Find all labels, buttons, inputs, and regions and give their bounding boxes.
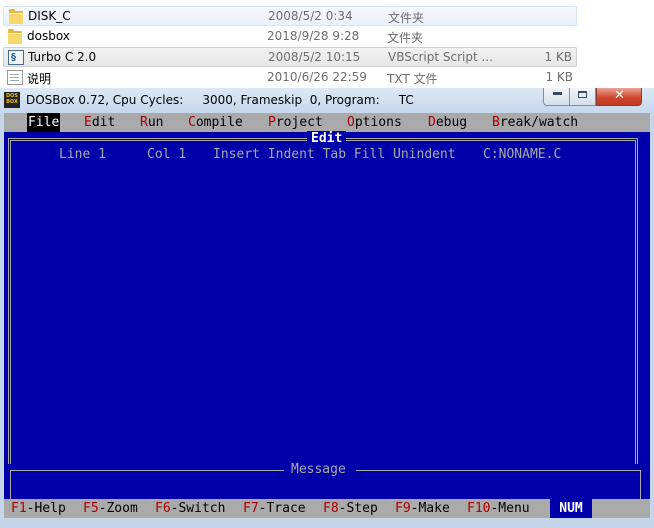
fkey-help[interactable]: F1-Help: [11, 501, 66, 516]
file-name: Turbo C 2.0: [28, 50, 97, 64]
file-name: DISK_C: [28, 9, 71, 23]
file-date: 2018/9/28 9:28: [267, 29, 360, 43]
fkey-zoom[interactable]: F5-Zoom: [83, 501, 138, 516]
file-date: 2008/5/2 0:34: [268, 9, 353, 23]
file-size: 1 KB: [545, 70, 573, 84]
window-title: DOSBox 0.72, Cpu Cycles: 3000, Frameskip…: [26, 93, 414, 107]
maximize-icon: [578, 91, 587, 98]
text-file-icon: [7, 70, 23, 85]
fkey-make[interactable]: F9-Make: [395, 501, 450, 516]
status-edit-modes: Insert Indent Tab Fill Unindent: [213, 147, 456, 162]
vbscript-file-icon: §: [8, 50, 24, 65]
message-frame-left: [10, 470, 284, 471]
folder-icon: [7, 29, 23, 44]
menu-break-watch[interactable]: Break/watch: [492, 115, 578, 130]
fkey-step[interactable]: F8-Step: [323, 501, 378, 516]
minimize-button[interactable]: [543, 88, 570, 106]
turbo-c-menubar: File Edit Run Compile Project Options De…: [4, 113, 650, 132]
message-window-title: Message: [291, 462, 346, 477]
folder-icon: [8, 9, 24, 24]
status-file-name: C:NONAME.C: [483, 147, 562, 162]
close-icon: ✕: [614, 88, 625, 103]
minimize-icon: [553, 92, 562, 95]
file-row-turbo-c[interactable]: § Turbo C 2.0 2008/5/2 10:15 VBScript Sc…: [3, 47, 577, 67]
file-type: TXT 文件: [387, 72, 438, 86]
status-line-number: Line 1: [59, 147, 106, 162]
message-frame-right: [356, 470, 640, 471]
file-list: DISK_C 2008/5/2 0:34 文件夹 dosbox 2018/9/2…: [0, 0, 654, 90]
close-button[interactable]: ✕: [596, 88, 642, 106]
dosbox-titlebar[interactable]: DOS BOX DOSBox 0.72, Cpu Cycles: 3000, F…: [0, 88, 654, 113]
file-size: 1 KB: [544, 50, 572, 64]
status-column-number: Col 1: [147, 147, 187, 162]
fkey-trace[interactable]: F7-Trace: [243, 501, 306, 516]
dosbox-app-icon[interactable]: DOS BOX: [4, 92, 20, 108]
file-name: 说明: [27, 72, 52, 86]
file-row-readme[interactable]: 说明 2010/6/26 22:59 TXT 文件 1 KB: [3, 68, 577, 88]
menu-options[interactable]: Options: [347, 115, 402, 130]
maximize-button[interactable]: [570, 88, 596, 106]
file-date: 2010/6/26 22:59: [267, 70, 367, 84]
menu-debug[interactable]: Debug: [428, 115, 467, 130]
dos-screen[interactable]: File Edit Run Compile Project Options De…: [4, 113, 650, 518]
num-lock-indicator: NUM: [550, 499, 592, 518]
menu-project[interactable]: Project: [268, 115, 323, 130]
file-date: 2008/5/2 10:15: [268, 50, 361, 64]
file-name: dosbox: [27, 29, 70, 43]
file-type: 文件夹: [387, 31, 424, 45]
fkey-menu[interactable]: F10-Menu: [467, 501, 530, 516]
file-row-dosbox[interactable]: dosbox 2018/9/28 9:28 文件夹: [3, 27, 577, 47]
fkey-switch[interactable]: F6-Switch: [155, 501, 225, 516]
message-frame-side: [10, 470, 11, 502]
menu-compile[interactable]: Compile: [188, 115, 243, 130]
file-type: VBScript Script ...: [388, 50, 493, 64]
edit-window-title: Edit: [307, 131, 347, 146]
file-type: 文件夹: [388, 11, 425, 25]
dosbox-window: DOS BOX DOSBox 0.72, Cpu Cycles: 3000, F…: [0, 88, 654, 528]
message-frame-side: [640, 470, 641, 502]
edit-window-frame[interactable]: [8, 138, 638, 464]
menu-edit[interactable]: Edit: [84, 115, 115, 130]
menu-file[interactable]: File: [27, 113, 61, 132]
file-row-disk-c[interactable]: DISK_C 2008/5/2 0:34 文件夹: [3, 6, 577, 26]
menu-run[interactable]: Run: [140, 115, 163, 130]
